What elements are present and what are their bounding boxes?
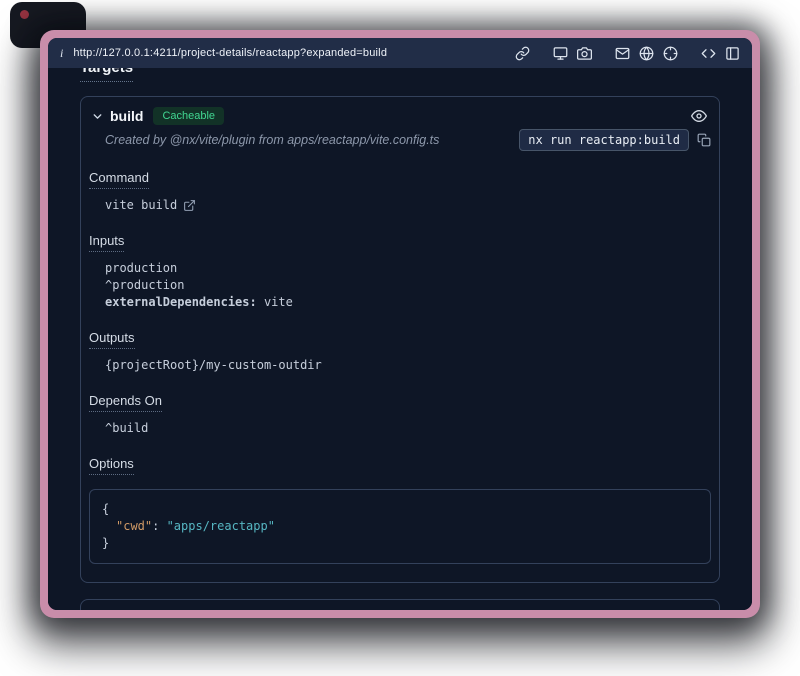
section-heading-options: Options bbox=[89, 456, 134, 475]
browser-toolbar: i http://127.0.0.1:4211/project-details/… bbox=[48, 38, 752, 68]
close-traffic-light[interactable] bbox=[20, 10, 29, 19]
target-card-serve: serve vite serve bbox=[80, 599, 720, 610]
page-title: Targets bbox=[80, 68, 133, 82]
link-icon[interactable] bbox=[515, 46, 530, 61]
code-icon[interactable] bbox=[701, 46, 716, 61]
sidebar-icon[interactable] bbox=[725, 46, 740, 61]
code-key-cwd: "cwd" bbox=[116, 519, 152, 533]
command-value: vite build bbox=[105, 197, 177, 214]
chevron-down-icon[interactable] bbox=[91, 110, 104, 123]
code-line-close: } bbox=[102, 535, 698, 552]
build-created-row: Created by @nx/vite/plugin from apps/rea… bbox=[105, 129, 711, 151]
created-by-text: Created by @nx/vite/plugin from apps/rea… bbox=[105, 133, 439, 147]
input-item-external-deps: externalDependencies: vite bbox=[105, 294, 711, 311]
browser-window: i http://127.0.0.1:4211/project-details/… bbox=[40, 30, 760, 618]
code-line-open: { bbox=[102, 501, 698, 518]
section-heading-depends-on: Depends On bbox=[89, 393, 162, 412]
external-deps-key: externalDependencies: bbox=[105, 295, 257, 309]
code-line-cwd: "cwd": "apps/reactapp" bbox=[102, 518, 698, 535]
toolbar-icon-group bbox=[515, 46, 740, 61]
browser-inner: i http://127.0.0.1:4211/project-details/… bbox=[48, 38, 752, 610]
cacheable-badge: Cacheable bbox=[153, 107, 224, 125]
build-card-header: build Cacheable bbox=[89, 105, 711, 127]
input-item: production bbox=[105, 260, 711, 277]
run-command-chip[interactable]: nx run reactapp:build bbox=[519, 129, 689, 151]
target-card-build: build Cacheable Created by @nx/vite/plug… bbox=[80, 96, 720, 583]
project-details-page: Targets build Cacheable bbox=[48, 68, 752, 610]
info-icon: i bbox=[60, 46, 63, 61]
target-name-build: build bbox=[110, 108, 143, 124]
section-options: Options { "cwd": "apps/reactapp" } bbox=[89, 455, 711, 564]
depends-on-item: ^build bbox=[105, 420, 711, 437]
crosshair-icon[interactable] bbox=[663, 46, 678, 61]
view-build-button[interactable] bbox=[689, 106, 709, 126]
section-inputs: Inputs production ^production externalDe… bbox=[89, 232, 711, 311]
external-deps-value: vite bbox=[257, 295, 293, 309]
globe-icon[interactable] bbox=[639, 46, 654, 61]
code-value-path: "apps/reactapp" bbox=[167, 519, 275, 533]
section-heading-inputs: Inputs bbox=[89, 233, 124, 252]
view-serve-button[interactable] bbox=[689, 609, 709, 610]
options-code-block: { "cwd": "apps/reactapp" } bbox=[89, 489, 711, 564]
output-item: {projectRoot}/my-custom-outdir bbox=[105, 357, 711, 374]
section-command: Command vite build bbox=[89, 169, 711, 214]
section-heading-command: Command bbox=[89, 170, 149, 189]
url-field[interactable]: http://127.0.0.1:4211/project-details/re… bbox=[73, 47, 387, 59]
section-depends-on: Depends On ^build bbox=[89, 392, 711, 437]
copy-icon[interactable] bbox=[697, 133, 711, 147]
section-outputs: Outputs {projectRoot}/my-custom-outdir bbox=[89, 329, 711, 374]
section-heading-outputs: Outputs bbox=[89, 330, 135, 349]
code-separator: : bbox=[152, 519, 166, 533]
mail-icon[interactable] bbox=[615, 46, 630, 61]
desktop: i http://127.0.0.1:4211/project-details/… bbox=[0, 0, 800, 676]
monitor-icon[interactable] bbox=[553, 46, 568, 61]
input-item: ^production bbox=[105, 277, 711, 294]
camera-icon[interactable] bbox=[577, 46, 592, 61]
external-link-icon[interactable] bbox=[183, 199, 196, 212]
serve-card-header: serve vite serve bbox=[89, 608, 711, 610]
run-command-group: nx run reactapp:build bbox=[519, 129, 711, 151]
